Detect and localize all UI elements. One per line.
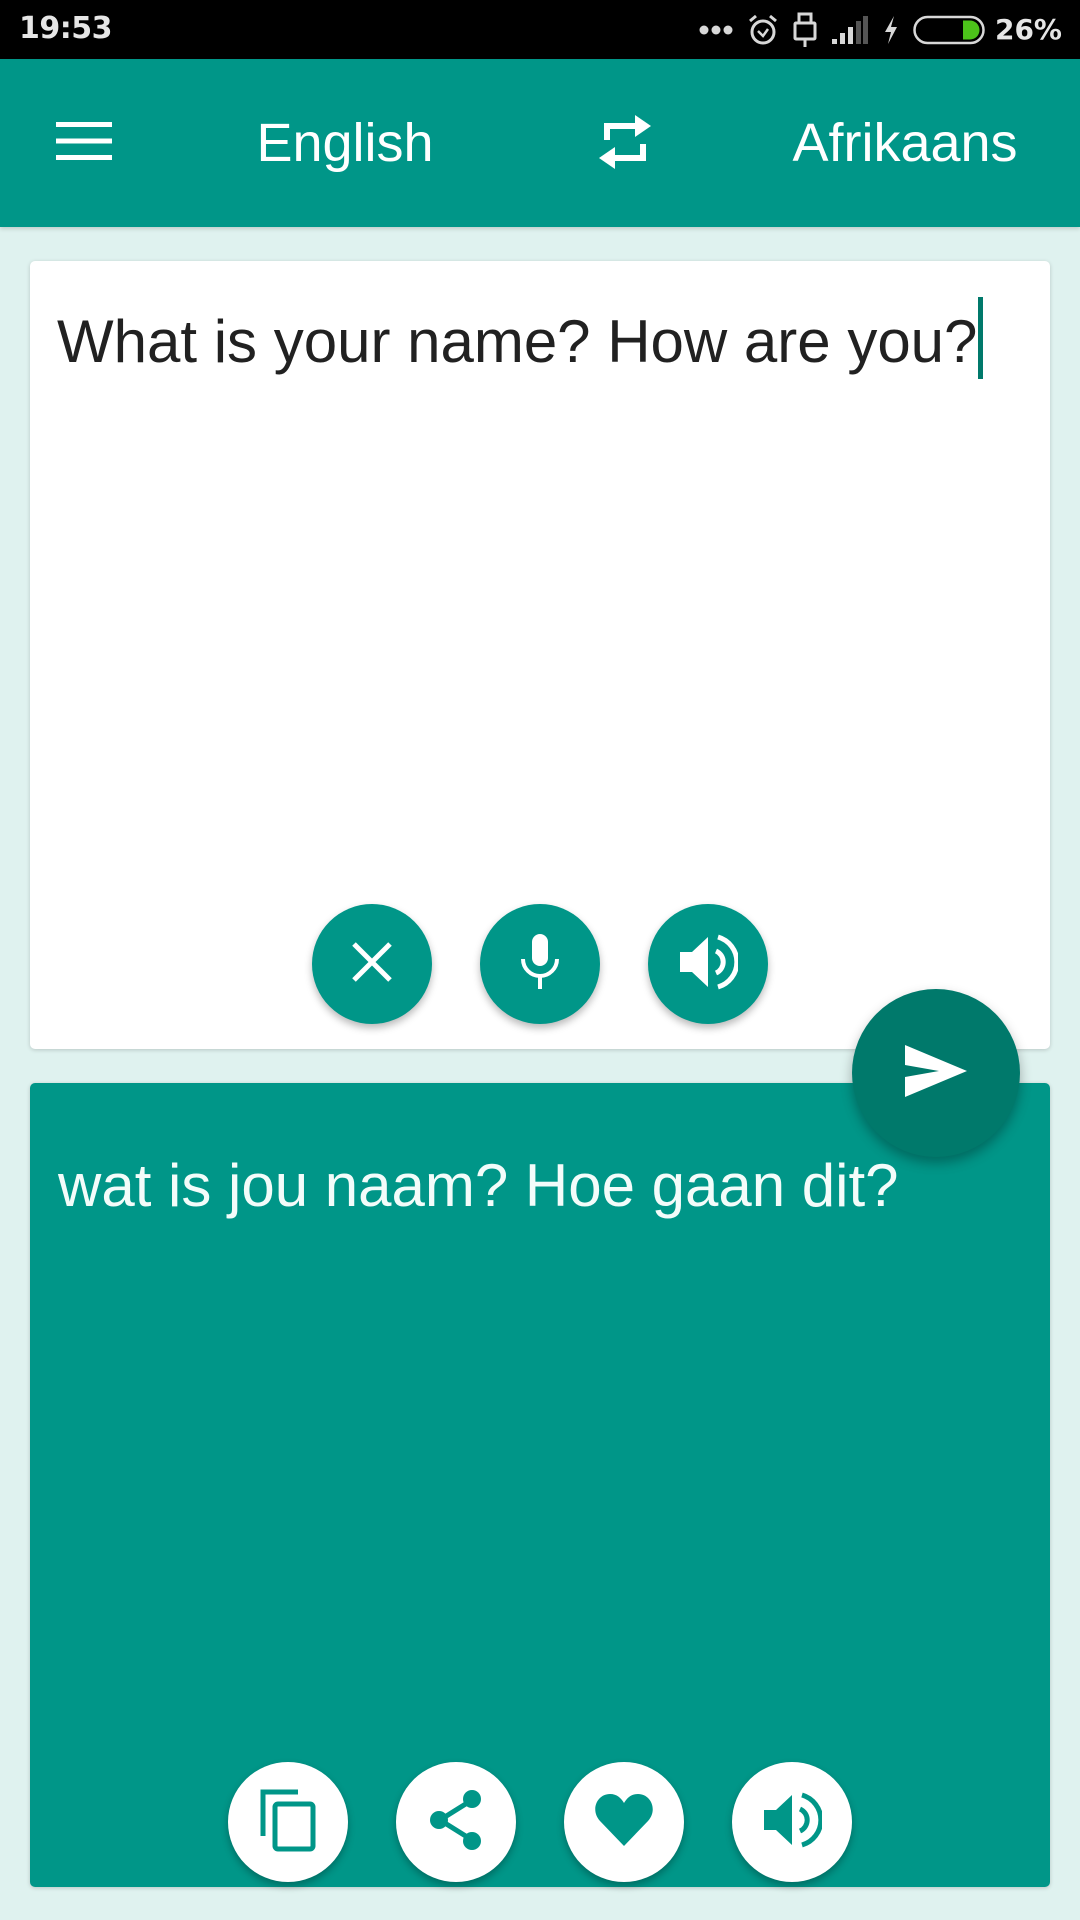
source-language-selector[interactable]: English — [150, 115, 540, 171]
target-language-selector[interactable]: Afrikaans — [740, 115, 1070, 171]
speak-translation-button[interactable] — [732, 1762, 852, 1882]
battery-icon — [913, 15, 985, 45]
heart-icon — [594, 1792, 654, 1853]
translate-button[interactable] — [852, 989, 1020, 1157]
menu-button[interactable] — [40, 99, 128, 187]
speak-source-button[interactable] — [648, 904, 768, 1024]
signal-icon — [831, 15, 869, 45]
alarm-icon — [747, 13, 779, 47]
text-cursor — [978, 297, 984, 379]
copy-button[interactable] — [228, 1762, 348, 1882]
app-bar: English Afrikaans — [0, 59, 1080, 227]
share-icon — [428, 1789, 484, 1856]
source-text-input[interactable]: What is your name? How are you? — [57, 297, 1017, 379]
swap-languages-button[interactable] — [580, 99, 670, 189]
speaker-icon — [678, 934, 740, 995]
microphone-icon — [518, 933, 562, 996]
speaker-icon — [762, 1792, 824, 1853]
charging-bolt-icon — [883, 15, 899, 45]
translation-text: wat is jou naam? Hoe gaan dit? — [58, 1152, 899, 1219]
status-time: 19:53 — [19, 11, 113, 46]
send-icon — [903, 1043, 969, 1104]
close-icon — [350, 940, 394, 989]
copy-icon — [260, 1788, 316, 1857]
source-text-card: What is your name? How are you? — [30, 261, 1050, 1049]
favorite-button[interactable] — [564, 1762, 684, 1882]
translation-card: wat is jou naam? Hoe gaan dit? — [30, 1083, 1050, 1887]
battery-percent: 26% — [994, 13, 1062, 46]
more-dots-icon — [699, 24, 733, 36]
voice-input-button[interactable] — [480, 904, 600, 1024]
share-button[interactable] — [396, 1762, 516, 1882]
source-text: What is your name? How are you? — [57, 308, 978, 375]
clear-button[interactable] — [312, 904, 432, 1024]
swap-languages-icon — [597, 112, 653, 177]
hamburger-menu-icon — [55, 120, 113, 167]
status-icons: 26% — [685, 0, 1062, 59]
usb-icon — [793, 12, 817, 48]
status-bar: 19:53 26% — [0, 0, 1080, 59]
